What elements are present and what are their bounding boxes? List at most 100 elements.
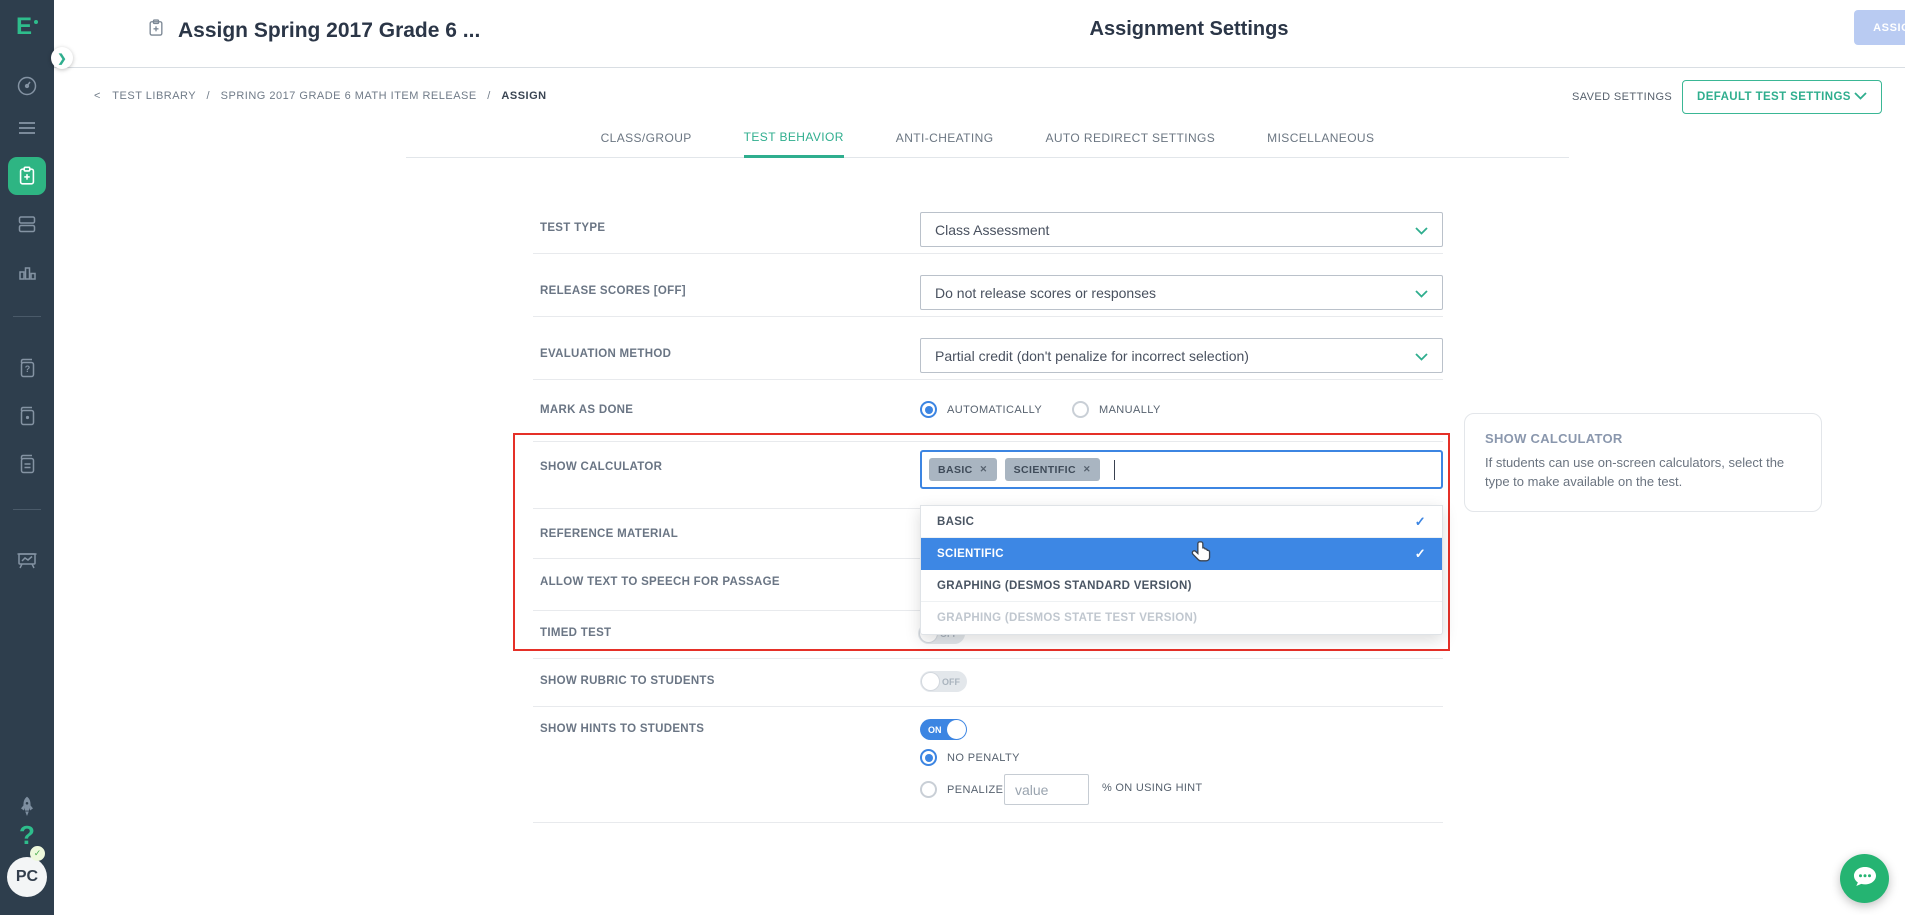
- mark-as-done-automatically-option[interactable]: AUTOMATICALLY: [920, 401, 1042, 418]
- tab-anti-cheating[interactable]: ANTI-CHEATING: [896, 118, 994, 158]
- penalty-value-input[interactable]: [1004, 774, 1089, 805]
- breadcrumb-test-name[interactable]: SPRING 2017 GRADE 6 MATH ITEM RELEASE: [221, 90, 477, 102]
- page-title: Assign Spring 2017 Grade 6 ...: [178, 18, 481, 42]
- option-label: SCIENTIFIC: [937, 548, 1004, 560]
- test-type-select[interactable]: Class Assessment: [920, 212, 1443, 247]
- chat-bubble-icon: [1852, 865, 1878, 892]
- calculator-dropdown: BASIC ✓ SCIENTIFIC ✓ GRAPHING (DESMOS ST…: [920, 505, 1443, 635]
- check-icon: ✓: [1414, 546, 1426, 561]
- breadcrumb-back-icon[interactable]: <: [94, 90, 101, 102]
- evaluation-method-label: EVALUATION METHOD: [540, 348, 672, 360]
- evaluation-method-select[interactable]: Partial credit (don't penalize for incor…: [920, 338, 1443, 373]
- row-divider: [533, 379, 1443, 380]
- sidebar-divider: [13, 509, 41, 510]
- penalize-option[interactable]: PENALIZE: [920, 781, 1003, 798]
- remove-tag-icon[interactable]: ✕: [1083, 464, 1091, 475]
- test-type-label: TEST TYPE: [540, 222, 606, 234]
- sidebar-divider: [13, 316, 41, 317]
- penalty-suffix-label: % ON USING HINT: [1102, 782, 1203, 794]
- check-icon: ✓: [1414, 513, 1426, 529]
- status-check-icon: ✓: [30, 846, 45, 861]
- row-divider: [533, 316, 1443, 317]
- chevron-down-icon: [1415, 222, 1428, 238]
- show-rubric-label: SHOW RUBRIC TO STUDENTS: [540, 675, 715, 687]
- tag-label: SCIENTIFIC: [1013, 463, 1076, 476]
- item-bank-icon[interactable]: ?: [0, 348, 54, 388]
- option-label: BASIC: [937, 515, 975, 528]
- evaluation-method-value: Partial credit (don't penalize for incor…: [935, 347, 1249, 364]
- assignments-menu-icon[interactable]: [0, 108, 54, 148]
- assign-button[interactable]: ASSIGN: [1854, 10, 1905, 45]
- no-penalty-label: NO PENALTY: [947, 751, 1020, 764]
- tab-auto-redirect-settings[interactable]: AUTO REDIRECT SETTINGS: [1045, 118, 1215, 158]
- timed-test-label: TIMED TEST: [540, 627, 612, 639]
- show-rubric-toggle[interactable]: OFF: [920, 671, 967, 692]
- row-divider: [533, 658, 1443, 659]
- mouse-hand-cursor-icon: [1190, 540, 1214, 571]
- playlist-icon[interactable]: [0, 396, 54, 436]
- show-calculator-help-card: SHOW CALCULATOR If students can use on-s…: [1464, 413, 1822, 512]
- show-calculator-multiselect[interactable]: BASIC ✕ SCIENTIFIC ✕: [920, 450, 1443, 489]
- help-card-body: If students can use on-screen calculator…: [1485, 455, 1785, 489]
- user-avatar[interactable]: PC: [7, 857, 47, 897]
- chevron-down-icon: [1854, 91, 1867, 103]
- dropdown-option-graphing-standard[interactable]: GRAPHING (DESMOS STANDARD VERSION): [921, 570, 1442, 602]
- settings-tabs: CLASS/GROUP TEST BEHAVIOR ANTI-CHEATING …: [406, 118, 1569, 158]
- chat-support-button[interactable]: [1840, 854, 1889, 903]
- sidebar: E ? ? PC ✓: [0, 0, 54, 915]
- tag-label: BASIC: [938, 463, 973, 476]
- row-divider: [533, 706, 1443, 707]
- toggle-knob: [921, 672, 940, 691]
- library-icon[interactable]: [0, 444, 54, 484]
- logo-letter: E: [15, 13, 32, 40]
- calculator-tag-scientific[interactable]: SCIENTIFIC ✕: [1004, 458, 1100, 481]
- assignment-settings-page: E ? ? PC ✓ ❯ Assign Spring 2017 Grade 6 …: [0, 0, 1905, 915]
- assign-test-clipboard-icon[interactable]: [8, 157, 46, 195]
- tab-class-group[interactable]: CLASS/GROUP: [601, 118, 692, 158]
- radio-selected-icon[interactable]: [920, 401, 937, 418]
- help-icon[interactable]: ?: [0, 820, 54, 851]
- automatically-label: AUTOMATICALLY: [947, 403, 1043, 416]
- tab-test-behavior[interactable]: TEST BEHAVIOR: [743, 118, 844, 158]
- clipboard-icon: [146, 18, 166, 43]
- penalize-label: PENALIZE: [947, 783, 1004, 796]
- breadcrumb-test-library[interactable]: TEST LIBRARY: [112, 90, 196, 102]
- saved-settings-label: SAVED SETTINGS: [1572, 91, 1673, 103]
- mark-as-done-manually-option[interactable]: MANUALLY: [1072, 401, 1161, 418]
- radio-unselected-icon[interactable]: [920, 781, 937, 798]
- presentation-easel-icon[interactable]: [0, 540, 54, 580]
- release-scores-select[interactable]: Do not release scores or responses: [920, 275, 1443, 310]
- svg-text:?: ?: [25, 364, 31, 374]
- breadcrumb-separator: /: [487, 90, 491, 102]
- toggle-state-label: OFF: [942, 677, 960, 687]
- show-calculator-label: SHOW CALCULATOR: [540, 461, 663, 473]
- reports-bar-chart-icon[interactable]: [0, 252, 54, 292]
- row-divider: [533, 253, 1443, 254]
- no-penalty-option[interactable]: NO PENALTY: [920, 749, 1020, 766]
- calculator-tag-basic[interactable]: BASIC ✕: [929, 458, 997, 481]
- saved-settings-value: DEFAULT TEST SETTINGS: [1697, 91, 1851, 103]
- show-hints-toggle[interactable]: ON: [920, 719, 967, 740]
- release-scores-label: RELEASE SCORES [OFF]: [540, 285, 686, 297]
- option-label: GRAPHING (DESMOS STATE TEST VERSION): [937, 612, 1198, 624]
- radio-unselected-icon[interactable]: [1072, 401, 1089, 418]
- breadcrumb: < TEST LIBRARY / SPRING 2017 GRADE 6 MAT…: [94, 90, 547, 102]
- dropdown-option-scientific[interactable]: SCIENTIFIC ✓: [921, 538, 1442, 570]
- dropdown-option-basic[interactable]: BASIC ✓: [921, 506, 1442, 538]
- sidebar-collapse-chevron-icon[interactable]: ❯: [51, 47, 73, 69]
- saved-settings-dropdown[interactable]: DEFAULT TEST SETTINGS: [1682, 80, 1882, 114]
- radio-selected-icon[interactable]: [920, 749, 937, 766]
- text-cursor-caret: [1113, 459, 1115, 480]
- manually-label: MANUALLY: [1099, 403, 1161, 416]
- chevron-down-icon: [1415, 285, 1428, 301]
- breadcrumb-assign: ASSIGN: [501, 90, 547, 102]
- remove-tag-icon[interactable]: ✕: [980, 464, 988, 475]
- row-divider: [533, 822, 1443, 823]
- breadcrumb-separator: /: [206, 90, 211, 102]
- show-hints-label: SHOW HINTS TO STUDENTS: [540, 723, 705, 735]
- app-logo[interactable]: E: [0, 0, 54, 54]
- tab-miscellaneous[interactable]: MISCELLANEOUS: [1267, 118, 1374, 158]
- classes-icon[interactable]: [0, 204, 54, 244]
- dashboard-gauge-icon[interactable]: [0, 66, 54, 106]
- assignment-settings-title: Assignment Settings: [1089, 18, 1289, 40]
